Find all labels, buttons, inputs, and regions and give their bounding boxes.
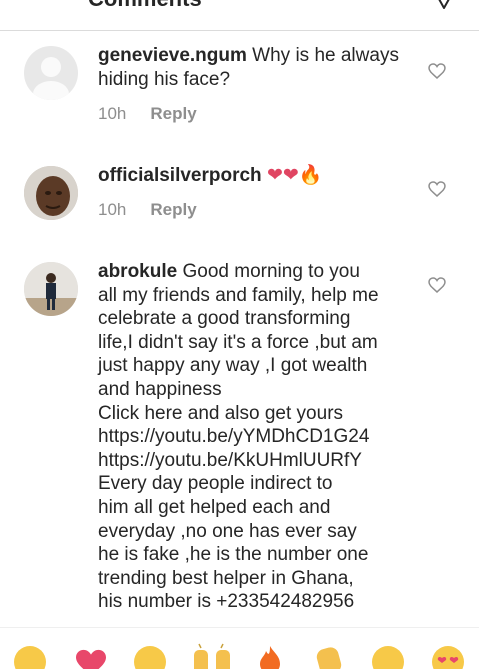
comment-line: he is fake ,he is the number one bbox=[98, 544, 369, 566]
comment-line: his number is +233542482956 bbox=[98, 591, 355, 613]
emoji-reaction-bar bbox=[0, 627, 479, 669]
heart-icon[interactable] bbox=[74, 648, 108, 669]
comment-line: him all get helped each and bbox=[98, 496, 331, 518]
comment-time: 10h bbox=[98, 200, 127, 219]
comment-username[interactable]: abrokule bbox=[98, 261, 177, 282]
default-avatar-icon bbox=[33, 57, 69, 100]
header-bar: Comments bbox=[0, 0, 479, 31]
back-arrow-icon[interactable] bbox=[18, 0, 38, 8]
avatar[interactable] bbox=[24, 166, 78, 220]
comment-body: genevieve.ngum Why is he always hiding h… bbox=[98, 44, 418, 91]
comment-line: everyday ,no one has ever say bbox=[98, 520, 357, 542]
user-photo bbox=[24, 166, 78, 220]
raised-hands-icon[interactable] bbox=[190, 642, 234, 669]
comment-link[interactable]: https://youtu.be/yYMDhCD1G24 bbox=[98, 425, 438, 449]
clapping-hands-icon[interactable] bbox=[310, 642, 350, 669]
comment-line: celebrate a good transforming bbox=[98, 308, 351, 330]
grinning-face-icon[interactable] bbox=[372, 646, 404, 669]
comment-line: abrokule Good morning to you bbox=[98, 261, 360, 282]
comment-line: just happy any way ,I got wealth bbox=[98, 355, 368, 377]
reply-button[interactable]: Reply bbox=[150, 104, 196, 123]
user-photo bbox=[24, 262, 78, 316]
heart-eyes-face-icon[interactable] bbox=[432, 646, 464, 669]
like-heart-icon[interactable] bbox=[428, 181, 446, 197]
send-icon[interactable] bbox=[432, 0, 456, 10]
avatar[interactable] bbox=[24, 46, 78, 100]
comment-line: Click here and also get yours bbox=[98, 402, 344, 424]
comment-meta: 10h Reply bbox=[98, 200, 197, 220]
comment-link[interactable]: https://youtu.be/KkUHmlUURfY bbox=[98, 449, 438, 473]
comment-body: officialsilverporch ❤❤🔥 bbox=[98, 164, 418, 188]
smiling-face-icon[interactable] bbox=[134, 646, 166, 669]
comment-text: ❤❤🔥 bbox=[266, 165, 323, 186]
comment-time: 10h bbox=[98, 104, 127, 123]
comment-body: abrokule Good morning to you all my frie… bbox=[98, 260, 438, 614]
comment-username[interactable]: genevieve.ngum bbox=[98, 45, 247, 66]
comment-line: all my friends and family, help me bbox=[98, 284, 379, 306]
reply-button[interactable]: Reply bbox=[150, 200, 196, 219]
comment-line: Every day people indirect to bbox=[98, 473, 333, 495]
page-title: Comments bbox=[88, 0, 202, 12]
laughing-face-icon[interactable] bbox=[14, 646, 46, 669]
fire-icon[interactable] bbox=[256, 644, 284, 669]
like-heart-icon[interactable] bbox=[428, 277, 446, 293]
comment-username[interactable]: officialsilverporch bbox=[98, 165, 262, 186]
comment-meta: 10h Reply bbox=[98, 104, 197, 124]
like-heart-icon[interactable] bbox=[428, 63, 446, 79]
comment-line: and happiness bbox=[98, 378, 222, 400]
comment-line: life,I didn't say it's a force ,but am bbox=[98, 331, 378, 353]
comment-line: trending best helper in Ghana, bbox=[98, 567, 354, 589]
avatar[interactable] bbox=[24, 262, 78, 316]
